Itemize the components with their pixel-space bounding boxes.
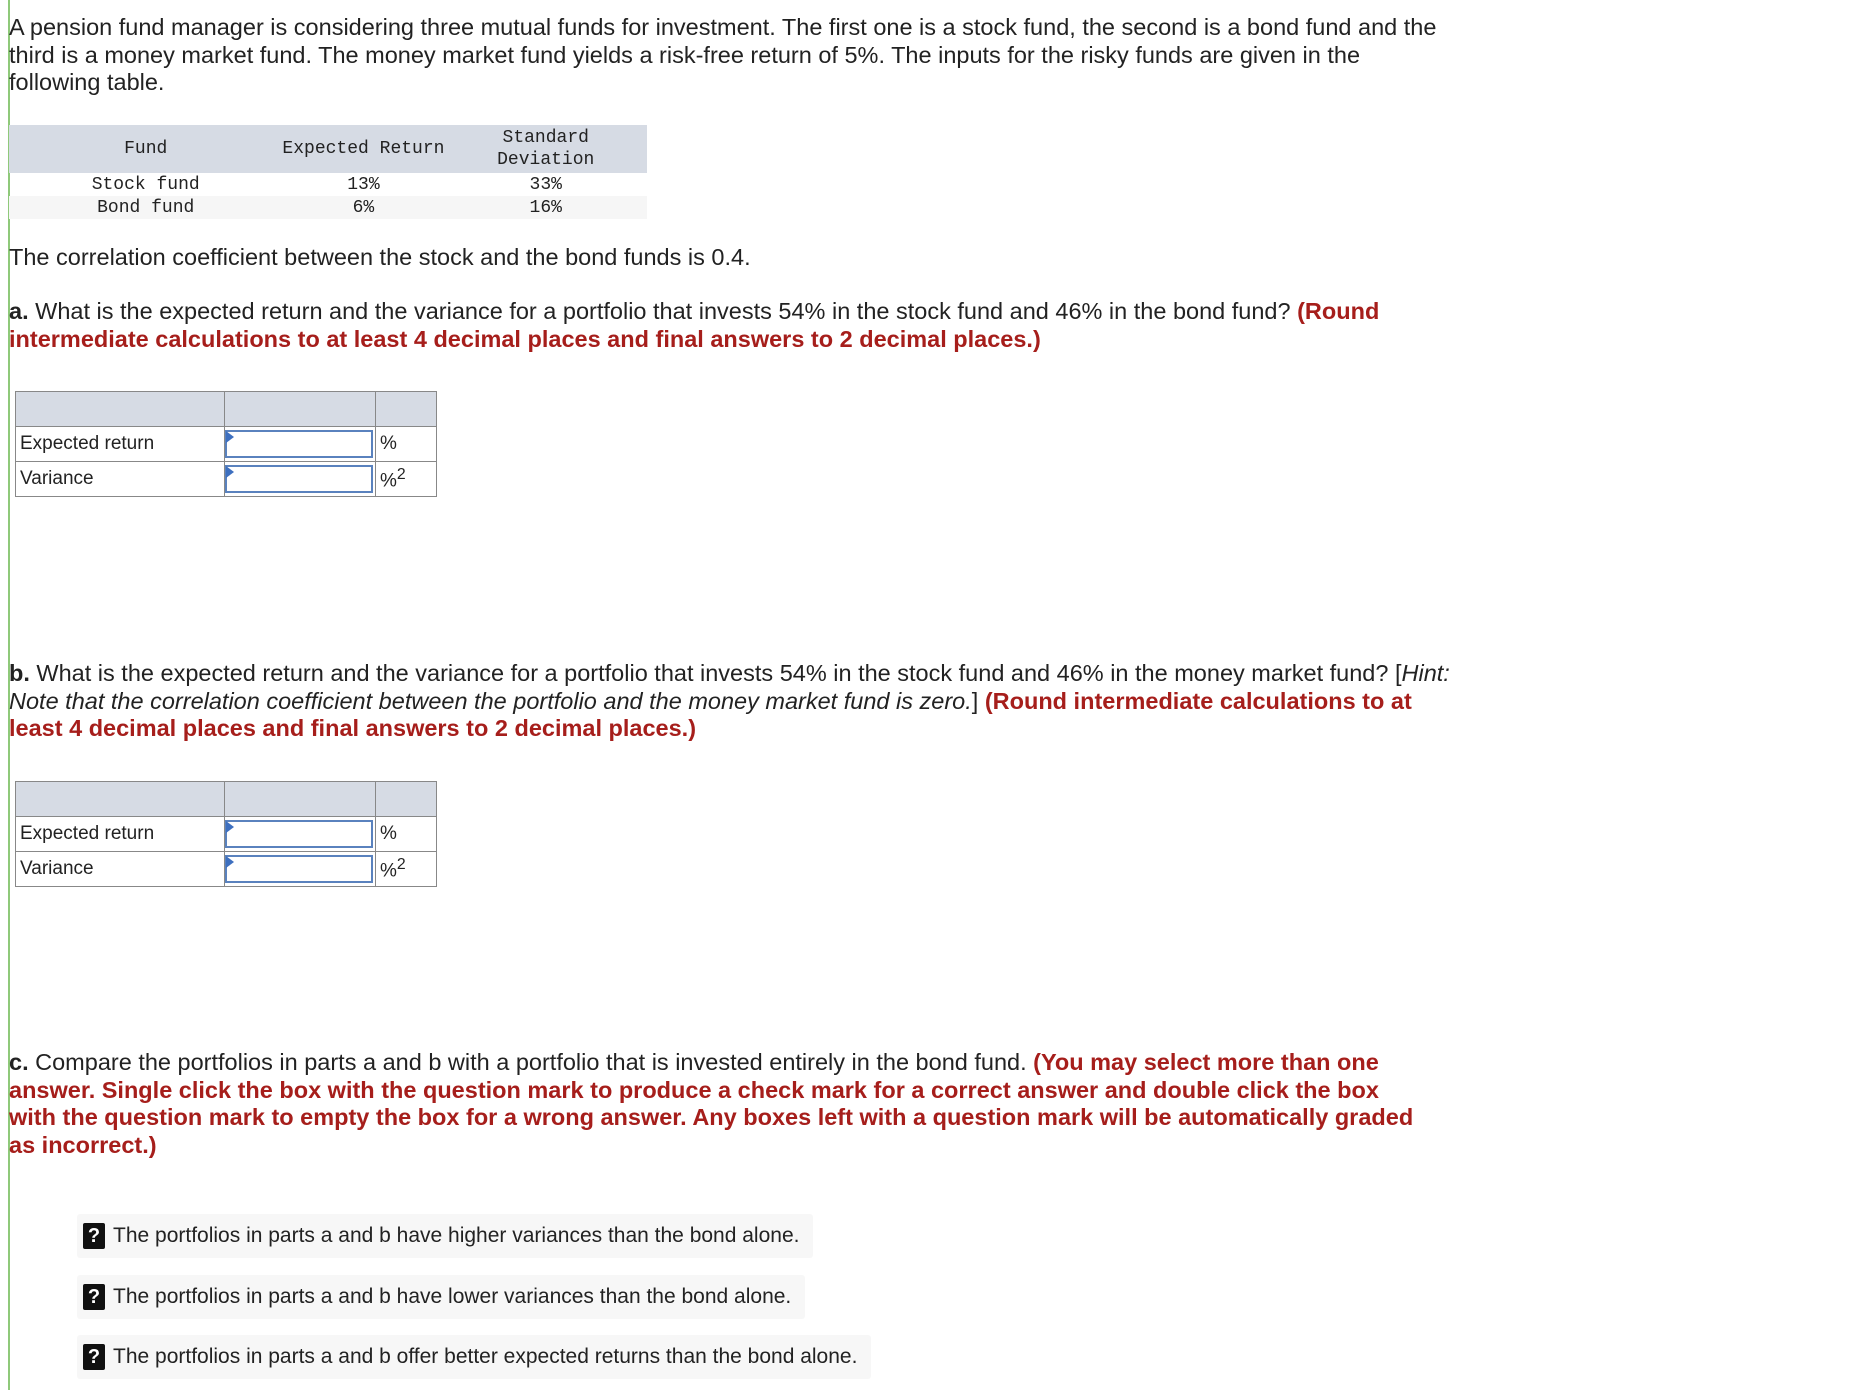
part-a-answer-table: Expected return % Variance %2	[15, 391, 437, 497]
flag-icon	[226, 466, 234, 478]
intro-text: A pension fund manager is considering th…	[9, 14, 1437, 95]
answer-row-expected-return: Expected return %	[15, 816, 437, 852]
choice-option[interactable]: ? The portfolios in parts a and b have hi…	[77, 1214, 814, 1258]
part-a-question: a. What is the expected return and the v…	[9, 298, 1380, 352]
expected-return-input[interactable]	[225, 820, 375, 848]
answer-row-variance: Variance %2	[15, 851, 437, 887]
table-row: Stock fund 13% 33%	[91, 174, 562, 195]
question-mark-icon[interactable]: ?	[83, 1344, 105, 1370]
flag-icon	[226, 856, 234, 868]
part-c-question: c. Compare the portfolios in parts a and…	[9, 1049, 1414, 1158]
header-fund: Fund	[9, 125, 283, 173]
part-b-answer-table: Expected return % Variance %2	[15, 781, 437, 887]
answer-row-variance: Variance %2	[15, 461, 437, 497]
expected-return-input[interactable]	[225, 430, 375, 458]
table-row: Bond fund 6% 16%	[9, 196, 647, 219]
variance-input[interactable]	[225, 855, 375, 883]
header-expected-return: Expected Return	[282, 125, 445, 173]
flag-icon	[226, 431, 234, 443]
question-mark-icon[interactable]: ?	[83, 1284, 105, 1310]
part-b-question: b. What is the expected return and the v…	[9, 660, 1450, 741]
question-mark-icon[interactable]: ?	[83, 1223, 105, 1249]
answer-row-expected-return: Expected return %	[15, 426, 437, 462]
choice-option[interactable]: ? The portfolios in parts a and b offer b…	[77, 1335, 872, 1379]
fund-table: Fund Expected Return Standard Deviation S…	[9, 125, 647, 219]
header-std-dev: Standard Deviation	[444, 125, 647, 173]
flag-icon	[226, 821, 234, 833]
choice-option[interactable]: ? The portfolios in parts a and b have lo…	[77, 1275, 806, 1319]
correlation-text: The correlation coefficient between the …	[9, 244, 751, 270]
variance-input[interactable]	[225, 465, 375, 493]
